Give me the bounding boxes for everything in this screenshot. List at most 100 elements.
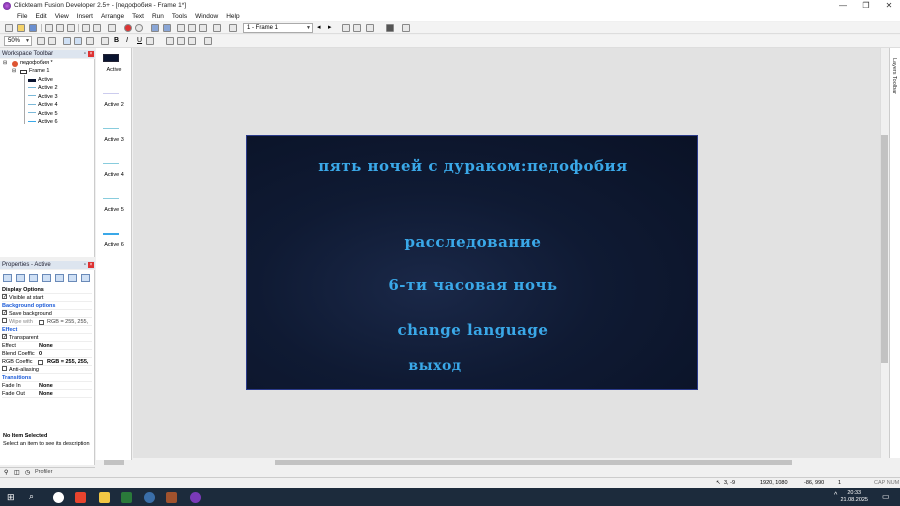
tree-app[interactable]: педофобия *	[20, 60, 53, 66]
debug-icon[interactable]	[402, 24, 410, 32]
chevron-up-icon[interactable]: ^	[834, 492, 837, 499]
fusion-app-icon[interactable]	[190, 492, 201, 503]
close-icon[interactable]: ×	[88, 262, 94, 268]
save-icon[interactable]	[29, 24, 37, 32]
underline-button[interactable]: U	[137, 37, 142, 44]
help-icon[interactable]	[108, 24, 116, 32]
prop-fade-in[interactable]: Fade In None	[2, 382, 92, 390]
cut-icon[interactable]	[45, 24, 53, 32]
grid-icon[interactable]	[63, 37, 71, 45]
workspace-tab-icon[interactable]: ⚲	[4, 469, 8, 476]
run-app-icon[interactable]	[342, 24, 350, 32]
hand-icon[interactable]	[37, 37, 45, 45]
menu-help[interactable]: Help	[222, 13, 243, 20]
size-tab-icon[interactable]	[29, 274, 38, 282]
align-right-icon[interactable]	[188, 37, 196, 45]
prop-transparent[interactable]: ✓ Transparent	[2, 334, 92, 342]
tool-icon[interactable]	[229, 24, 237, 32]
copy-icon[interactable]	[56, 24, 64, 32]
object-label[interactable]: Active 6	[96, 242, 132, 248]
next-frame-icon[interactable]: ▸	[328, 23, 332, 31]
object-label[interactable]: Active	[96, 67, 132, 73]
object-label[interactable]: Active 5	[96, 207, 132, 213]
checkbox-icon[interactable]	[2, 318, 7, 324]
new-icon[interactable]	[5, 24, 13, 32]
crop-icon[interactable]	[204, 37, 212, 45]
object-label[interactable]: Active 3	[96, 137, 132, 143]
align-icon[interactable]	[86, 37, 94, 45]
text-color-icon[interactable]	[146, 37, 154, 45]
prop-blend-coeff[interactable]: Blend Coeffic 0	[2, 350, 92, 358]
data-icon[interactable]	[213, 24, 221, 32]
layers-toolbar-label[interactable]: Layers Toolbar	[891, 58, 897, 94]
notifications-icon[interactable]: ▭	[882, 492, 890, 501]
objects-scroll-thumb[interactable]	[104, 460, 124, 465]
stop-run-icon[interactable]	[386, 24, 394, 32]
checkbox-checked-icon[interactable]: ✓	[2, 310, 7, 316]
undo-icon[interactable]	[82, 24, 90, 32]
object-thumb-icon[interactable]	[103, 233, 119, 235]
layers-toolbar-strip[interactable]: Layers Toolbar	[889, 48, 900, 458]
app-icon[interactable]	[144, 492, 155, 503]
menu-text[interactable]: Text	[128, 13, 148, 20]
values-tab-icon[interactable]	[55, 274, 64, 282]
library-tab-icon[interactable]: ◫	[14, 469, 20, 476]
vertical-scroll-thumb[interactable]	[881, 135, 888, 363]
frame-preview[interactable]: пять ночей с дураком:педофобия расследов…	[246, 135, 698, 390]
prev-frame-icon[interactable]: ◂	[317, 23, 321, 31]
pin-icon[interactable]: ▫	[84, 50, 86, 58]
level-icon[interactable]	[177, 24, 185, 32]
run-frame-icon[interactable]	[353, 24, 361, 32]
close-button[interactable]: ✕	[878, 0, 900, 11]
align-left-icon[interactable]	[166, 37, 174, 45]
bold-button[interactable]: B	[114, 37, 119, 44]
color-swatch-icon[interactable]	[39, 320, 44, 325]
object-thumb-icon[interactable]	[103, 93, 119, 94]
expand-icon[interactable]: ⊟	[3, 60, 7, 66]
object-thumb-icon[interactable]	[103, 54, 119, 62]
about-tab-icon[interactable]	[81, 274, 90, 282]
menu-view[interactable]: View	[51, 13, 73, 20]
menu-arrange[interactable]: Arrange	[97, 13, 128, 20]
menu-item-investigation[interactable]: расследование	[247, 233, 697, 251]
display-tab-icon[interactable]	[16, 274, 25, 282]
object-label[interactable]: Active 4	[96, 172, 132, 178]
file-explorer-icon[interactable]	[99, 492, 110, 503]
close-icon[interactable]: ×	[88, 51, 94, 57]
menu-item-exit[interactable]: выход	[247, 358, 661, 374]
redo-icon[interactable]	[93, 24, 101, 32]
search-icon[interactable]: ⌕	[29, 491, 34, 502]
object-thumb-icon[interactable]	[103, 128, 119, 129]
clock-icon[interactable]: ◷	[25, 469, 30, 476]
frame-selector[interactable]: 1 - Frame 1 ▼	[243, 23, 313, 33]
tree-object[interactable]: Active 6	[38, 119, 58, 125]
tree-object[interactable]: Active 2	[38, 85, 58, 91]
prop-visible-at-start[interactable]: ✓ Visible at start	[2, 294, 92, 302]
font-icon[interactable]	[101, 37, 109, 45]
app-icon[interactable]	[121, 492, 132, 503]
menu-run[interactable]: Run	[148, 13, 168, 20]
checkbox-checked-icon[interactable]: ✓	[2, 334, 7, 340]
expand-icon[interactable]: ⊟	[12, 68, 16, 74]
snap-icon[interactable]	[74, 37, 82, 45]
menu-window[interactable]: Window	[191, 13, 222, 20]
frame-editor-icon[interactable]	[163, 24, 171, 32]
tree-object[interactable]: Active 3	[38, 94, 58, 100]
taskbar-clock[interactable]: 20:33 21.08.2025	[840, 490, 868, 504]
menu-item-6-hour-night[interactable]: 6-ти часовая ночь	[247, 276, 697, 294]
tree-object[interactable]: Active	[38, 77, 53, 83]
object-label[interactable]: Active 2	[96, 102, 132, 108]
pin-icon[interactable]: ▫	[84, 261, 86, 269]
menu-tools[interactable]: Tools	[168, 13, 191, 20]
settings-tab-icon[interactable]	[3, 274, 12, 282]
menu-edit[interactable]: Edit	[31, 13, 50, 20]
storyboard-icon[interactable]	[151, 24, 159, 32]
event-list-icon[interactable]	[199, 24, 207, 32]
stop-icon[interactable]	[124, 24, 132, 32]
menu-insert[interactable]: Insert	[73, 13, 97, 20]
prop-anti-aliasing[interactable]: Anti-aliasing	[2, 366, 92, 374]
zoom-selector[interactable]: 50% ▼	[4, 36, 32, 46]
menu-file[interactable]: File	[0, 13, 31, 20]
prop-wipe-with[interactable]: Wipe with RGB = 255, 255,	[2, 318, 92, 326]
runtime-tab-icon[interactable]	[42, 274, 51, 282]
